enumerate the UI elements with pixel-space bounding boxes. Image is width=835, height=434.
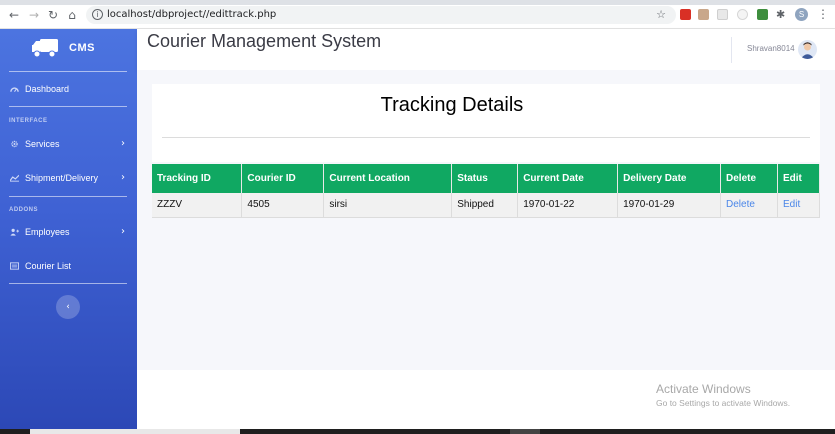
column-header-tracking-id: Tracking ID: [152, 164, 243, 193]
truck-icon: [32, 39, 58, 58]
home-icon[interactable]: ⌂: [66, 9, 78, 21]
browser-toolbar: ← → ↻ ⌂ i localhost/dbproject//edittrack…: [0, 0, 835, 29]
column-header-current-location: Current Location: [323, 164, 453, 193]
profile-avatar[interactable]: S: [795, 8, 808, 21]
sidebar-item-label: Services: [25, 139, 60, 149]
cell-status: Shipped: [451, 193, 519, 218]
tachometer-icon: [10, 87, 19, 92]
sidebar-item-courier-list[interactable]: Courier List: [9, 256, 129, 276]
sidebar-item-services[interactable]: Services ›: [9, 134, 129, 154]
bookmark-star-icon[interactable]: ☆: [656, 8, 666, 21]
cell-delete: Delete: [720, 193, 778, 218]
chart-icon: [10, 174, 19, 182]
forward-icon[interactable]: →: [28, 9, 40, 21]
back-icon[interactable]: ←: [8, 9, 20, 21]
column-header-edit: Edit: [777, 164, 821, 193]
sidebar-item-label: Employees: [25, 227, 70, 237]
topbar-divider: [731, 37, 732, 63]
address-bar[interactable]: i localhost/dbproject//edittrack.php ☆: [86, 6, 676, 24]
sidebar: CMS Dashboard INTERFACE Services › Shipm…: [0, 29, 137, 429]
taskbar: [0, 429, 835, 434]
taskbar-app[interactable]: [510, 429, 540, 434]
tracking-card: Tracking Details: [152, 84, 820, 162]
download-extension-icon[interactable]: [757, 9, 768, 20]
page-title: Courier Management System: [147, 31, 382, 51]
cell-current-location: sirsi: [323, 193, 453, 218]
gear-icon: [11, 140, 18, 148]
section-heading-interface: INTERFACE: [9, 118, 48, 124]
username[interactable]: Shravan8014: [747, 44, 795, 53]
puzzle-extensions-icon[interactable]: ✱: [776, 9, 787, 20]
url-text: localhost/dbproject//edittrack.php: [107, 9, 277, 20]
sidebar-divider: [9, 283, 127, 284]
activate-windows-watermark: Activate Windows Go to Settings to activ…: [656, 382, 790, 408]
cell-current-date: 1970-01-22: [517, 193, 619, 218]
tab-strip: [0, 0, 835, 5]
brand[interactable]: CMS: [0, 29, 137, 71]
brand-name: CMS: [69, 42, 95, 54]
edit-link[interactable]: Edit: [783, 199, 800, 210]
column-header-status: Status: [451, 164, 519, 193]
cell-tracking-id: ZZZV: [152, 193, 243, 218]
cell-delivery-date: 1970-01-29: [617, 193, 722, 218]
column-header-courier-id: Courier ID: [241, 164, 325, 193]
user-plus-icon: [10, 228, 19, 236]
sidebar-item-label: Courier List: [25, 261, 72, 271]
list-icon: [10, 262, 19, 270]
column-header-delivery-date: Delivery Date: [617, 164, 722, 193]
taskbar-search-box[interactable]: [30, 429, 240, 434]
extension-icon[interactable]: [737, 9, 748, 20]
table-header-row: Tracking ID Courier ID Current Location …: [152, 164, 821, 193]
tracking-table: Tracking ID Courier ID Current Location …: [152, 164, 821, 218]
sidebar-item-employees[interactable]: Employees ›: [9, 222, 129, 242]
chevron-right-icon: ›: [121, 226, 125, 237]
reload-icon[interactable]: ↻: [47, 9, 59, 21]
sidebar-item-label: Shipment/Delivery: [25, 173, 99, 183]
column-header-delete: Delete: [720, 164, 778, 193]
watermark-title: Activate Windows: [656, 382, 751, 396]
sidebar-item-label: Dashboard: [25, 84, 70, 94]
table-row: ZZZV 4505 sirsi Shipped 1970-01-22 1970-…: [152, 193, 821, 218]
chevron-right-icon: ›: [121, 172, 125, 183]
topbar: Courier Management System Shravan8014: [137, 29, 835, 70]
extension-icon[interactable]: [698, 9, 709, 20]
user-avatar-icon: [800, 42, 815, 59]
delete-link[interactable]: Delete: [726, 199, 755, 210]
site-info-icon[interactable]: i: [92, 9, 103, 20]
avatar[interactable]: [798, 40, 817, 59]
cell-courier-id: 4505: [241, 193, 325, 218]
watermark-subtitle: Go to Settings to activate Windows.: [656, 398, 791, 408]
chevron-right-icon: ›: [121, 138, 125, 149]
sidebar-divider: [9, 106, 127, 107]
pdf-extension-icon[interactable]: [680, 9, 691, 20]
sidebar-item-shipment-delivery[interactable]: Shipment/Delivery ›: [9, 168, 129, 188]
sidebar-item-dashboard[interactable]: Dashboard: [9, 79, 129, 99]
card-heading: Tracking Details: [380, 94, 524, 116]
extension-icon[interactable]: [717, 9, 728, 20]
card-divider: [162, 137, 810, 138]
sidebar-toggle-button[interactable]: ‹: [56, 295, 80, 319]
cell-edit: Edit: [777, 193, 821, 218]
menu-kebab-icon[interactable]: ⋮: [817, 7, 829, 21]
sidebar-divider: [9, 71, 127, 72]
section-heading-addons: ADDONS: [9, 207, 39, 213]
column-header-current-date: Current Date: [517, 164, 619, 193]
sidebar-divider: [9, 196, 127, 197]
